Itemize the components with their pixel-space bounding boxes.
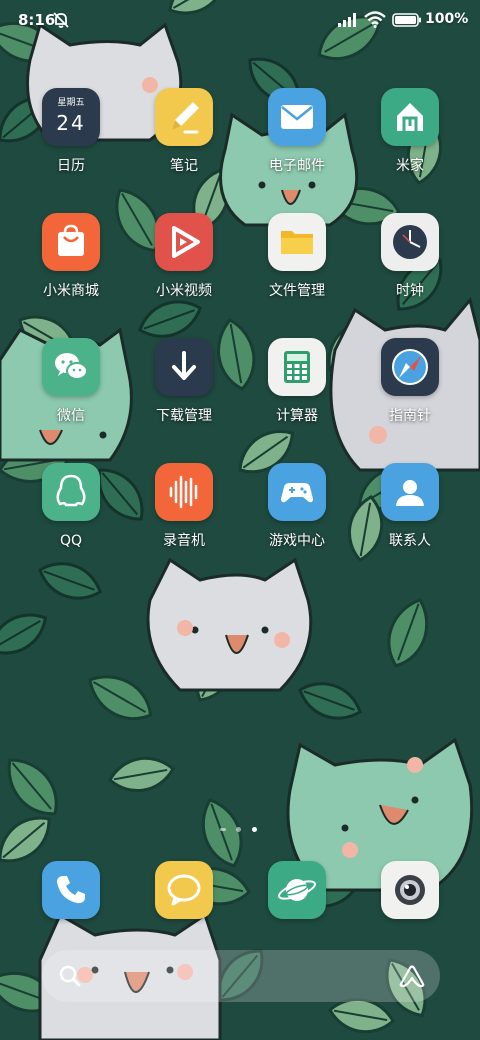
- calendar-icon: 星期五 24: [42, 88, 100, 146]
- notes-icon: [155, 88, 213, 146]
- calendar-weekday: 星期五: [57, 98, 85, 108]
- app-game-center[interactable]: 游戏中心: [245, 463, 349, 573]
- app-notes[interactable]: 笔记: [132, 88, 236, 198]
- status-time: 8:16: [18, 11, 56, 29]
- app-label: 联系人: [389, 533, 431, 549]
- app-label: 小米商城: [43, 283, 99, 299]
- app-label: 计算器: [276, 408, 318, 424]
- app-label: 文件管理: [269, 283, 325, 299]
- app-qq[interactable]: QQ: [19, 463, 123, 573]
- search-icon[interactable]: [58, 964, 82, 988]
- contacts-icon: [381, 463, 439, 521]
- app-label: QQ: [59, 533, 83, 549]
- app-clock[interactable]: 时钟: [358, 213, 462, 323]
- dock-camera-app[interactable]: [381, 861, 439, 919]
- app-label: 下载管理: [156, 408, 212, 424]
- app-mi-store[interactable]: 小米商城: [19, 213, 123, 323]
- page-dot: [236, 827, 241, 832]
- app-label: 笔记: [170, 158, 198, 174]
- app-calculator[interactable]: 计算器: [245, 338, 349, 448]
- bell-muted-icon: [53, 12, 69, 28]
- message-icon: [167, 874, 201, 906]
- app-label: 时钟: [396, 283, 424, 299]
- wechat-icon: [42, 338, 100, 396]
- browser-planet-icon: [278, 879, 316, 901]
- app-calendar[interactable]: 星期五 24 日历: [19, 88, 123, 198]
- dock-messages-app[interactable]: [155, 861, 213, 919]
- app-label: 电子邮件: [269, 158, 325, 174]
- app-label: 指南针: [389, 408, 431, 424]
- page-dot-search: [220, 828, 226, 831]
- gamepad-icon: [268, 463, 326, 521]
- calendar-day: 24: [56, 111, 86, 135]
- app-mi-home[interactable]: 米家: [358, 88, 462, 198]
- search-bar[interactable]: [42, 950, 440, 1002]
- qq-penguin-icon: [42, 463, 100, 521]
- dock-browser-app[interactable]: [268, 861, 326, 919]
- wifi-icon: [364, 11, 386, 28]
- app-wechat[interactable]: 微信: [19, 338, 123, 448]
- recorder-icon: [155, 463, 213, 521]
- status-bar: 8:16 100%: [0, 0, 480, 40]
- phone-icon: [57, 876, 85, 904]
- calculator-icon: [268, 338, 326, 396]
- page-dot-active: [252, 827, 257, 832]
- app-mi-video[interactable]: 小米视频: [132, 213, 236, 323]
- app-file-manager[interactable]: 文件管理: [245, 213, 349, 323]
- app-contacts[interactable]: 联系人: [358, 463, 462, 573]
- app-downloads[interactable]: 下载管理: [132, 338, 236, 448]
- camera-icon: [395, 875, 425, 905]
- page-indicator[interactable]: [214, 825, 266, 835]
- battery-percent: 100%: [425, 11, 469, 27]
- mi-home-icon: [381, 88, 439, 146]
- signal-icon: [338, 13, 356, 27]
- app-email[interactable]: 电子邮件: [245, 88, 349, 198]
- app-label: 米家: [396, 158, 424, 174]
- download-icon: [155, 338, 213, 396]
- app-label: 日历: [57, 158, 85, 174]
- assistant-icon[interactable]: [398, 964, 426, 988]
- shopping-bag-icon: [42, 213, 100, 271]
- app-label: 游戏中心: [269, 533, 325, 549]
- app-recorder[interactable]: 录音机: [132, 463, 236, 573]
- play-icon: [155, 213, 213, 271]
- app-label: 录音机: [163, 533, 205, 549]
- dock-phone-app[interactable]: [42, 861, 100, 919]
- app-compass[interactable]: 指南针: [358, 338, 462, 448]
- compass-icon: [381, 338, 439, 396]
- battery-icon: [392, 13, 421, 27]
- mail-icon: [268, 88, 326, 146]
- clock-icon: [381, 213, 439, 271]
- app-label: 微信: [57, 408, 85, 424]
- folder-icon: [268, 213, 326, 271]
- app-label: 小米视频: [156, 283, 212, 299]
